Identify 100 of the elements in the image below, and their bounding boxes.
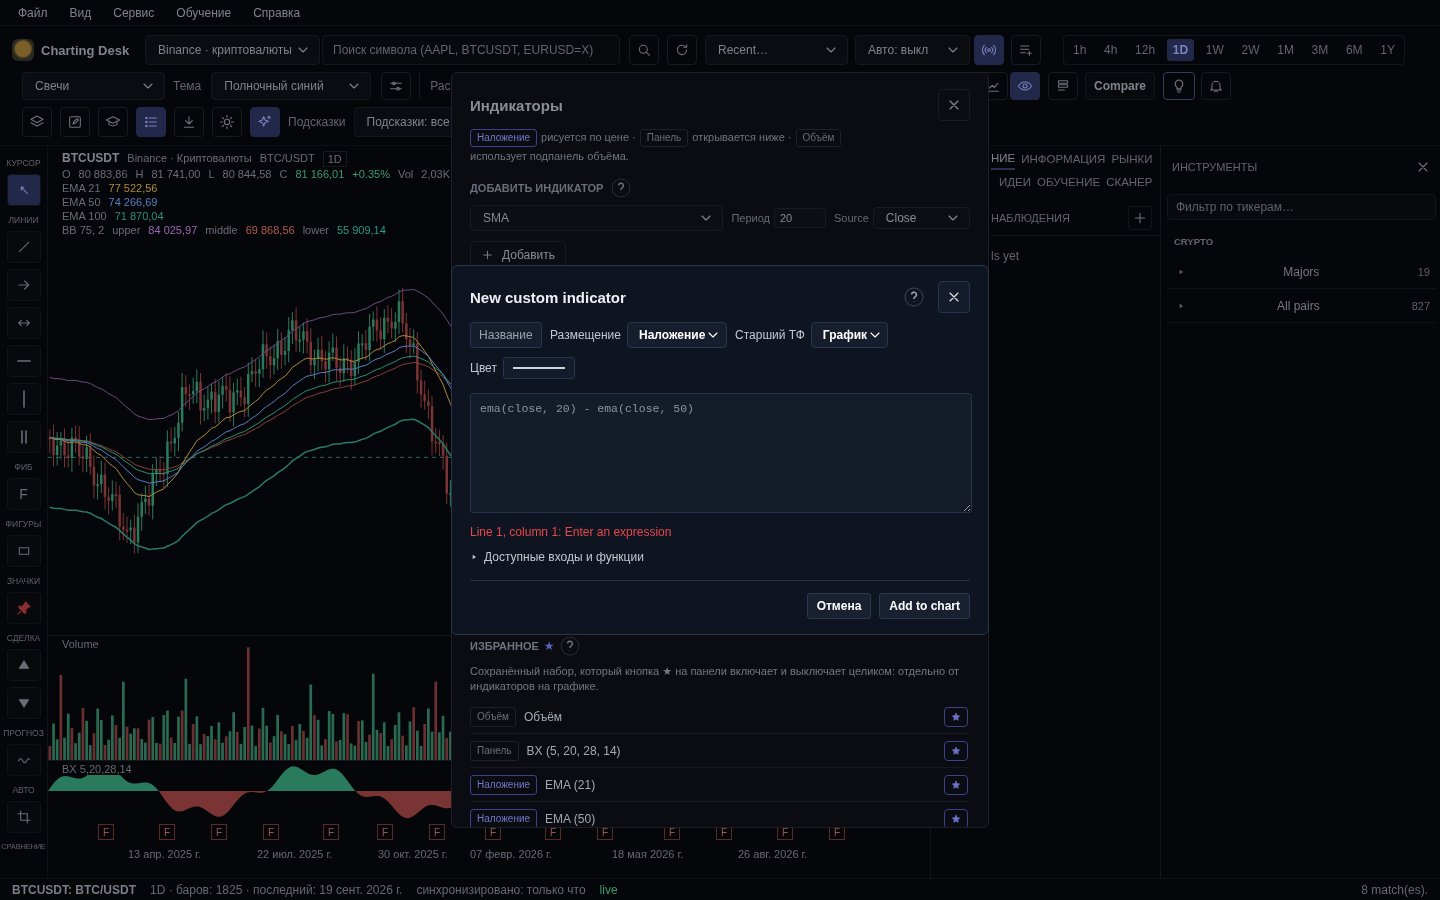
event-marker: F <box>429 824 445 840</box>
legend-text: рисуется по цене · <box>541 130 636 145</box>
compare-button[interactable]: Compare <box>1085 72 1155 100</box>
menu-item[interactable]: Сервис <box>113 5 155 20</box>
ohlc-value: 81 166,01 <box>295 167 345 181</box>
theme-label: Тема <box>173 79 202 93</box>
app-name: Charting Desk <box>41 42 131 58</box>
list-title: НАБЛЮДЕНИЯ <box>991 211 1070 224</box>
timeframe-tab[interactable]: 4h <box>1098 39 1124 61</box>
indicator-value: 77 522,56 <box>108 181 158 195</box>
axis-date: 07 февр. 2026 г. <box>470 848 552 860</box>
instrument-group-row[interactable]: All pairs 827 <box>1167 289 1436 323</box>
section-label: ЛИНИИ <box>8 215 39 225</box>
source-label: Source <box>834 212 869 224</box>
menu-item[interactable]: Вид <box>69 5 92 20</box>
legend-text: использует подпанель объёма. <box>470 149 629 164</box>
name-field[interactable]: Название <box>470 322 542 348</box>
section-label: CRYPTO <box>1174 236 1215 247</box>
theme-dropdown[interactable]: Полночный синий <box>211 72 372 100</box>
color-label: Цвет <box>470 361 497 375</box>
group-count: 19 <box>1417 265 1430 278</box>
timeframe-tab[interactable]: 6M <box>1339 39 1369 61</box>
timeframe-tab[interactable]: 1D <box>1166 39 1195 61</box>
band-value: 84 025,97 <box>148 223 198 237</box>
period-label: Период <box>731 212 770 224</box>
ohlc-label: O <box>62 167 71 181</box>
volume-tag: Объём <box>795 128 842 147</box>
section-label: КУРСОР <box>6 158 41 168</box>
live-status: live <box>599 882 618 897</box>
event-marker: F <box>159 824 175 840</box>
volume-label: Vol <box>397 167 414 181</box>
indicator-name: BX (5, 20, 28, 14) <box>526 743 621 758</box>
drawing-tool-button[interactable]: F <box>6 478 41 510</box>
timeframe-tab[interactable]: 12h <box>1129 39 1162 61</box>
search-field[interactable]: Поиск символа (AAPL, BTCUSDT, EURUSD=X) <box>322 35 620 65</box>
overlay-tag: Наложение <box>470 808 538 827</box>
exchange-dropdown[interactable]: Binance · криптовалюты <box>145 35 320 65</box>
source-dropdown[interactable]: Close <box>872 207 970 229</box>
panel-tab[interactable]: ИДЕИ <box>999 174 1031 192</box>
interval-badge: 1D <box>322 151 347 167</box>
group-name: Majors <box>1282 264 1321 279</box>
timeframe-tab[interactable]: 1Y <box>1374 39 1401 61</box>
chart-type-dropdown[interactable]: Свечи <box>22 72 165 100</box>
band-value: 69 868,56 <box>245 223 295 237</box>
section-label: ПРОГНОЗ <box>3 728 44 738</box>
add-to-chart-button[interactable]: Add to chart <box>879 593 970 619</box>
star-icon: ★ <box>543 639 555 653</box>
menu-item[interactable]: Файл <box>18 5 48 20</box>
section-label: ЗНАЧКИ <box>7 576 40 586</box>
filter-field[interactable]: Фильтр по тикерам… <box>1167 194 1436 220</box>
recent-dropdown[interactable]: Recent… <box>705 35 848 65</box>
section-label: СДЕЛКА <box>6 633 41 643</box>
placement-dropdown[interactable]: Наложение <box>627 322 727 348</box>
ohlc-label: L <box>208 167 215 181</box>
auto-dropdown[interactable]: Авто: выкл <box>855 35 970 65</box>
section-title: ДОБАВИТЬ ИНДИКАТОР <box>470 182 604 194</box>
section-label: ФИГУРЫ <box>5 519 42 529</box>
panel-tab[interactable]: РЫНКИ <box>1111 150 1153 170</box>
timeframe-label: Старший ТФ <box>735 328 805 342</box>
panel-tab[interactable]: НИЕ <box>991 150 1016 170</box>
indicator-name: EMA 21 <box>62 181 101 195</box>
timeframe-tab[interactable]: 1W <box>1199 39 1230 61</box>
timeframe-tab[interactable]: 1M <box>1271 39 1300 61</box>
period-field[interactable]: 20 <box>774 208 826 228</box>
toolbar-label: Рас <box>430 79 451 93</box>
menu-item[interactable]: Обучение <box>176 5 232 20</box>
status-symbol: BTCUSDT: BTC/USDT <box>12 882 136 897</box>
exchange-name: Binance · Криптовалюты <box>127 151 252 167</box>
group-name: All pairs <box>1275 298 1321 313</box>
indicator-name: BB 75, 2 <box>62 223 105 237</box>
indicator-name: EMA 50 <box>62 195 101 209</box>
error-message: Line 1, column 1: Enter an expression <box>470 524 672 540</box>
legend-text: открывается ниже · <box>692 130 792 145</box>
menu-item[interactable]: Справка <box>253 5 301 20</box>
event-marker: F <box>263 824 279 840</box>
panel-tab[interactable]: СКАНЕР <box>1106 174 1153 192</box>
disclosure-toggle[interactable]: Доступные входы и функции <box>470 549 644 565</box>
placement-label: Размещение <box>550 328 621 342</box>
volume-tag: Объём <box>470 706 516 727</box>
indicator-dropdown[interactable]: SMA <box>470 205 724 231</box>
timeframe-tab[interactable]: 2W <box>1235 39 1266 61</box>
code-editor-field[interactable]: ema(close, 20) - ema(close, 50) <box>470 393 972 513</box>
cancel-button[interactable]: Отмена <box>806 593 872 619</box>
axis-date: 18 мая 2026 г. <box>612 848 684 860</box>
timeframe-tab[interactable]: 1h <box>1067 39 1093 61</box>
event-marker: F <box>211 824 227 840</box>
volume-value: 2,03K <box>421 167 450 181</box>
axis-date: 30 окт. 2025 г. <box>378 848 448 860</box>
panel-tab[interactable]: ИНФОРМАЦИЯ <box>1021 150 1106 170</box>
band-value: 55 909,14 <box>336 223 386 237</box>
sync-status: синхронизировано: только что <box>416 882 586 897</box>
timeframe-tab[interactable]: 3M <box>1305 39 1335 61</box>
pane-tag: Панель <box>470 740 519 761</box>
panel-tab[interactable]: ОБУЧЕНИЕ <box>1037 174 1101 192</box>
section-label: ФИБ <box>14 462 33 472</box>
instrument-group-row[interactable]: Majors 19 <box>1167 255 1436 289</box>
ohlc-value: 80 883,86 <box>78 167 128 181</box>
section-title: ИЗБРАННОЕ <box>470 640 539 652</box>
timeframe-dropdown[interactable]: График <box>810 322 888 348</box>
band-label: lower <box>302 223 329 237</box>
